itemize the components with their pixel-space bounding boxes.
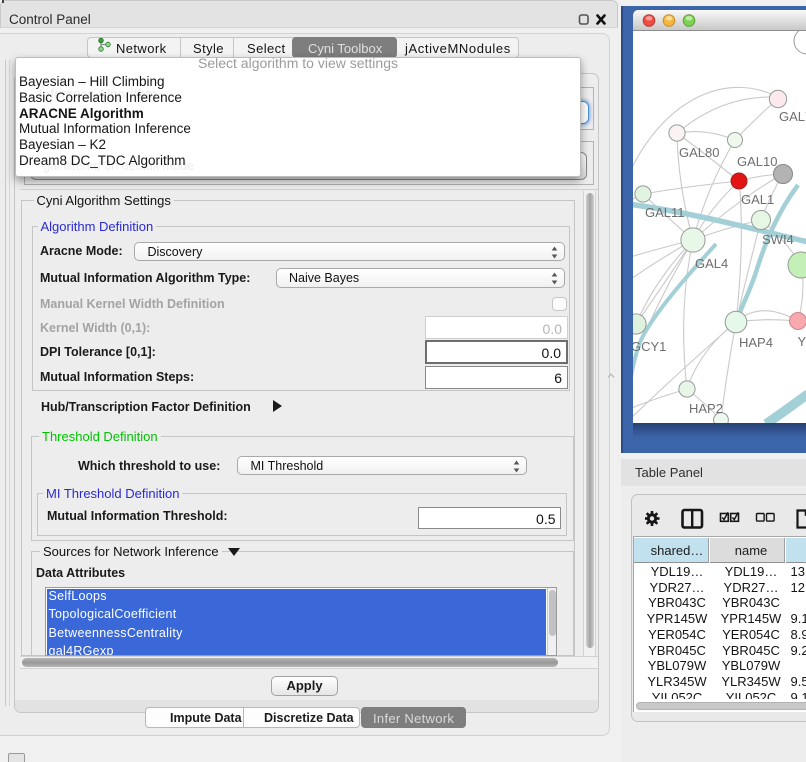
svg-text:GAL1: GAL1 [741, 192, 774, 207]
svg-text:GAL11: GAL11 [645, 205, 685, 220]
svg-text:GAL4: GAL4 [695, 256, 728, 271]
svg-text:SWI4: SWI4 [762, 232, 794, 247]
svg-text:GCY1: GCY1 [633, 339, 666, 354]
svg-text:HAP2: HAP2 [689, 401, 723, 416]
svg-text:GAL10: GAL10 [737, 154, 777, 169]
svg-text:HAP4: HAP4 [739, 335, 773, 350]
svg-text:GAL80: GAL80 [679, 145, 719, 160]
svg-text:GAL7: GAL7 [779, 109, 806, 124]
svg-text:Y: Y [798, 334, 806, 349]
